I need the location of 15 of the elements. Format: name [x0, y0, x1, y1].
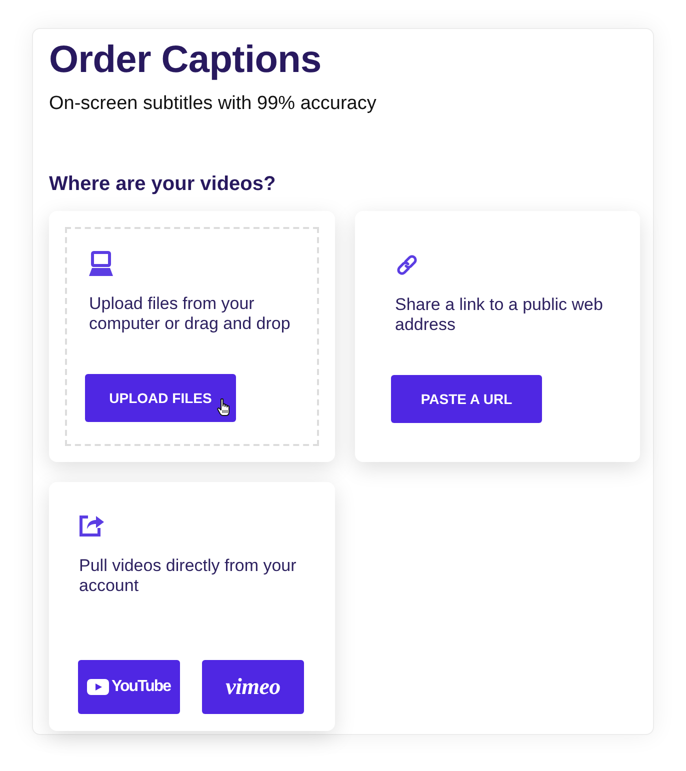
section-heading: Where are your videos?	[49, 172, 277, 196]
service-button[interactable]: vimeo	[202, 660, 304, 714]
page-title: Order Captions	[49, 38, 322, 82]
hand-cursor-icon	[217, 398, 232, 417]
laptop-icon	[89, 251, 113, 276]
service-button[interactable]: YouTube	[78, 660, 180, 714]
page-subtitle: On-screen subtitles with 99% accuracy	[49, 92, 378, 116]
card-description: Upload files from your computer or drag and drop	[89, 294, 292, 334]
action-button[interactable]: PASTE A URL	[391, 375, 542, 423]
card-description: Share a link to a public web address	[395, 295, 604, 335]
card-description: Pull videos directly from your account	[79, 556, 298, 596]
action-button[interactable]: UPLOAD FILES	[85, 374, 236, 422]
chain-link-icon	[395, 253, 419, 277]
play-icon	[87, 679, 110, 695]
drop-zone[interactable]: Upload files from your computer or drag and drop UPLOAD FILES	[65, 227, 319, 446]
